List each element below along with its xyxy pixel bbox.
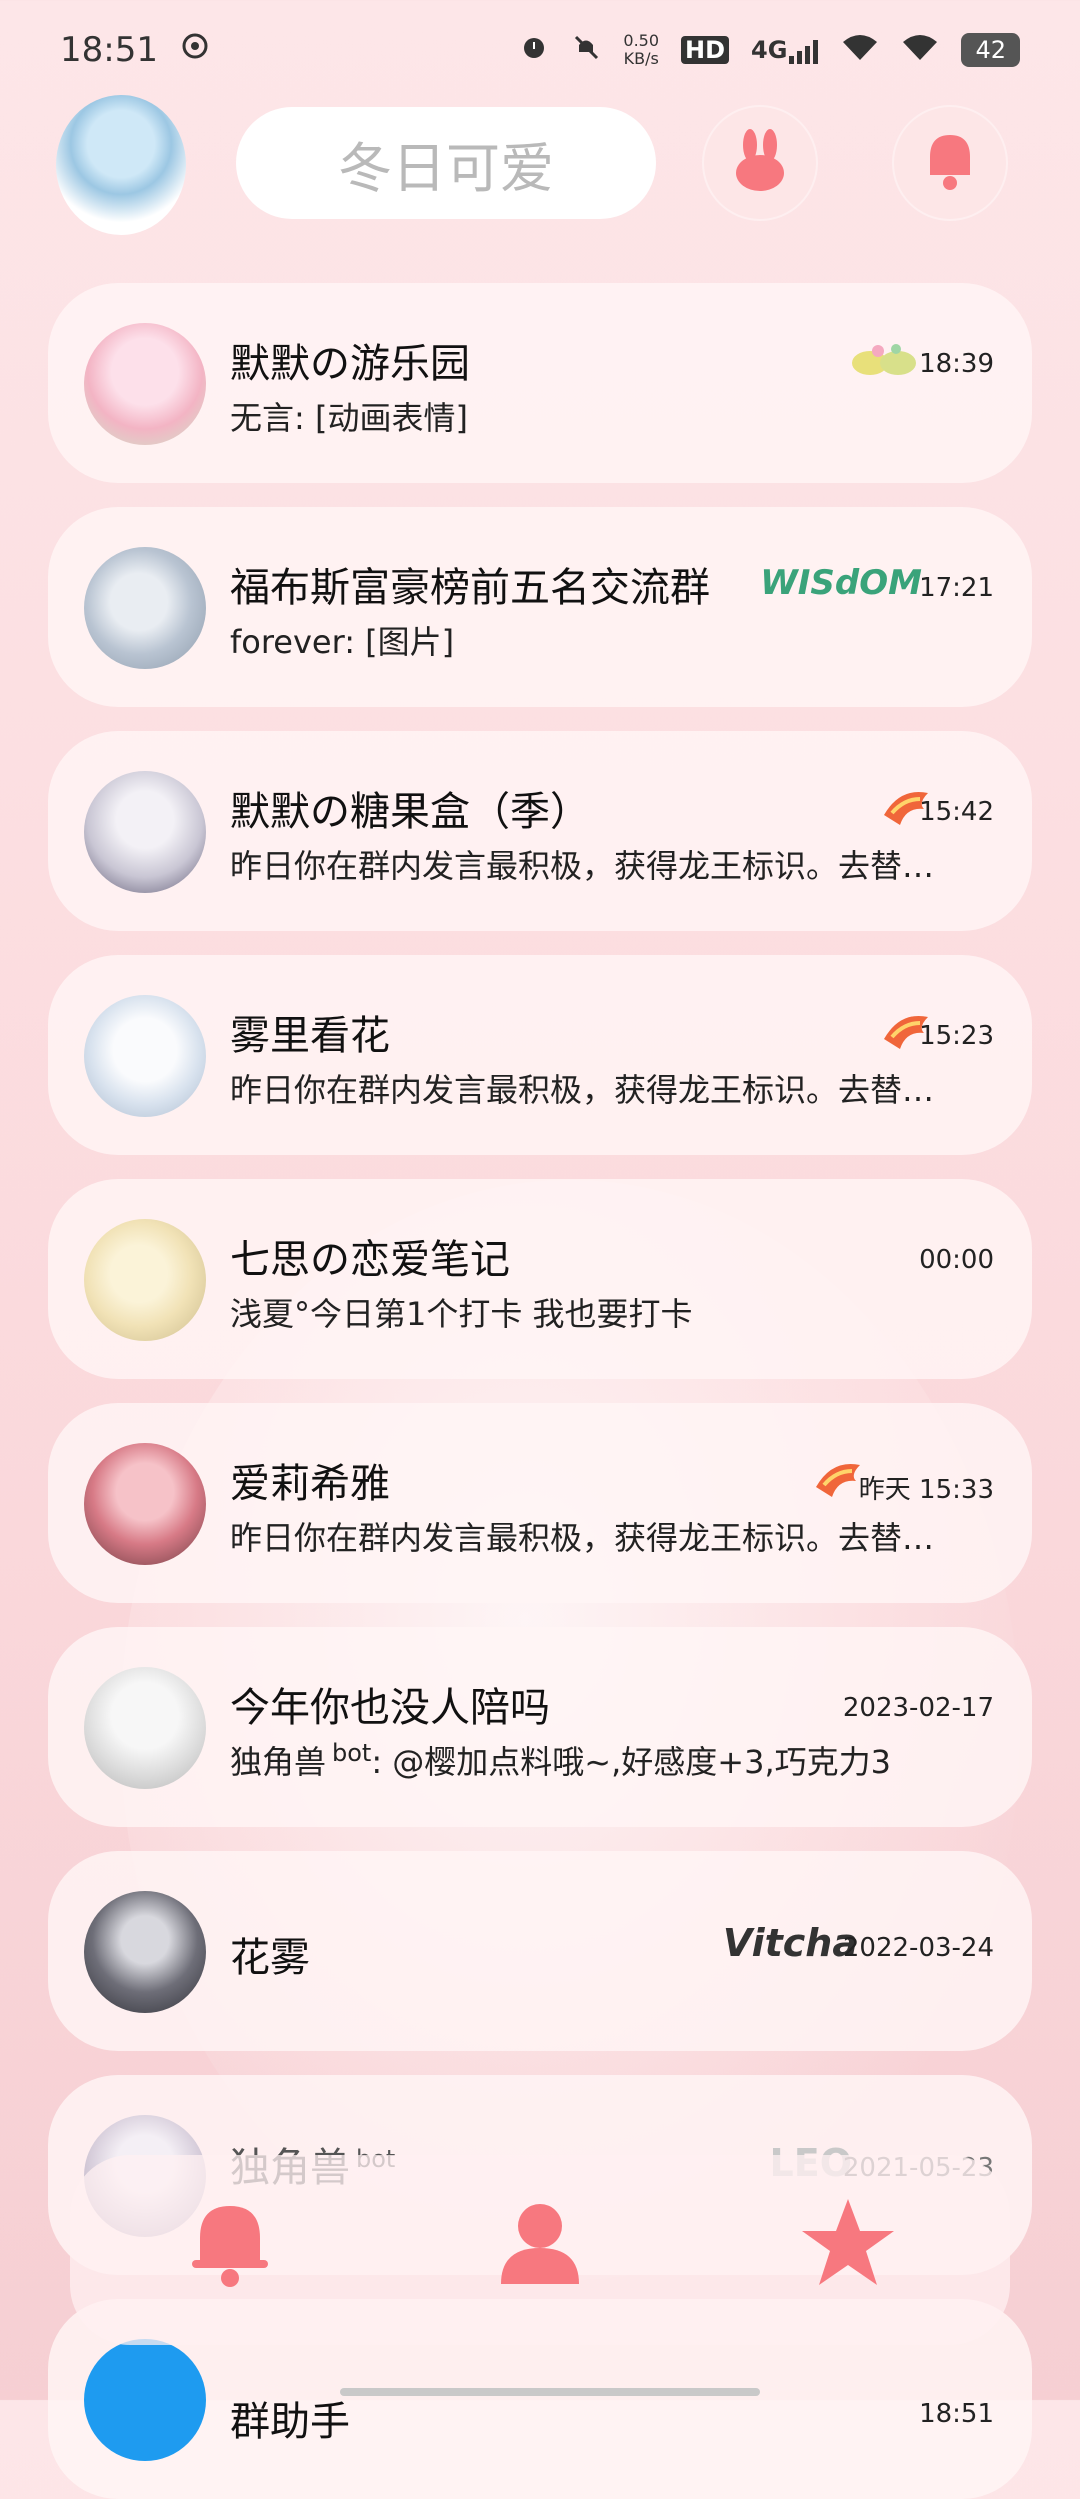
- chat-preview: 昨日你在群内发言最积极，获得龙王标识。去替…: [230, 1071, 935, 1109]
- wisdom-badge-icon: WISdOM: [760, 563, 922, 603]
- chat-avatar: [84, 1891, 206, 2013]
- chat-item[interactable]: 七思の恋爱笔记 浅夏°今日第1个打卡 我也要打卡 00:00: [48, 1179, 1032, 1379]
- app-swirl-icon: [180, 30, 210, 70]
- chat-time: 17:21: [919, 573, 994, 603]
- chat-avatar: [84, 547, 206, 669]
- chat-time: 18:39: [919, 349, 994, 379]
- signal-label: 4G: [751, 36, 788, 64]
- top-bar: 冬日可爱: [0, 95, 1080, 235]
- chat-title: 群助手: [230, 2399, 350, 2445]
- bot-tag: bot: [332, 1739, 372, 1768]
- chat-time: 00:00: [919, 1245, 994, 1275]
- profile-avatar[interactable]: [56, 95, 186, 235]
- home-indicator[interactable]: [340, 2388, 760, 2396]
- chat-time: 昨天 15:33: [858, 1475, 994, 1505]
- nav-messages[interactable]: [180, 2195, 280, 2295]
- chat-avatar: [84, 1443, 206, 1565]
- chat-title: 福布斯富豪榜前五名交流群: [230, 565, 710, 611]
- chat-title: 今年你也没人陪吗: [230, 1685, 550, 1731]
- chat-item[interactable]: 花雾 Vitcha 2022-03-24: [48, 1851, 1032, 2051]
- chat-title: 默默の糖果盒（季）: [230, 789, 590, 835]
- chat-item[interactable]: 福布斯富豪榜前五名交流群 forever: [图片] WISdOM 17:21: [48, 507, 1032, 707]
- chat-title: 爱莉希雅: [230, 1461, 390, 1507]
- bell-icon: [922, 131, 978, 195]
- chat-preview: 独角兽 bot: @樱加点料哦~,好感度+3,巧克力3: [230, 1737, 990, 1783]
- flower-badge-icon: [848, 339, 922, 379]
- vitcha-badge-text: Vitcha: [722, 1921, 858, 1965]
- vitcha-badge-icon: Vitcha: [722, 1921, 858, 1965]
- chat-time: 18:51: [919, 2399, 994, 2429]
- contacts-icon: [495, 2198, 585, 2292]
- dragon-king-badge-icon: [812, 1459, 864, 1499]
- wisdom-badge-text: WISdOM: [760, 563, 922, 603]
- chat-title: 默默の游乐园: [230, 341, 470, 387]
- nav-favorites[interactable]: [798, 2195, 898, 2295]
- alarm-icon: [519, 32, 549, 68]
- chat-title: 雾里看花: [230, 1013, 390, 1059]
- chat-title: 七思の恋爱笔记: [230, 1237, 510, 1283]
- chat-preview: forever: [图片]: [230, 623, 455, 661]
- status-time: 18:51: [60, 30, 158, 70]
- network-speed-value: 0.50: [623, 31, 660, 50]
- chat-item[interactable]: 默默の糖果盒（季） 昨日你在群内发言最积极，获得龙王标识。去替… 15:42: [48, 731, 1032, 931]
- chat-item[interactable]: 雾里看花 昨日你在群内发言最积极，获得龙王标识。去替… 15:23: [48, 955, 1032, 1155]
- chat-avatar: [84, 995, 206, 1117]
- chat-time: 2022-03-24: [842, 1933, 994, 1963]
- wifi-icon-2: [901, 32, 939, 68]
- chat-preview: 浅夏°今日第1个打卡 我也要打卡: [230, 1295, 693, 1333]
- bottom-navigation: [70, 2155, 1010, 2345]
- bunny-icon: [730, 129, 790, 197]
- chat-time: 15:42: [919, 797, 994, 827]
- signal-4g-icon: 4G: [751, 36, 819, 64]
- chat-preview: 无言: [动画表情]: [230, 399, 468, 437]
- bunny-button[interactable]: [704, 107, 816, 219]
- star-icon: [800, 2197, 896, 2293]
- wifi-icon-1: [841, 32, 879, 68]
- mute-icon: [571, 32, 601, 68]
- chat-item[interactable]: 爱莉希雅 昨日你在群内发言最积极，获得龙王标识。去替… 昨天 15:33: [48, 1403, 1032, 1603]
- preview-sender: 独角兽: [230, 1743, 327, 1781]
- hd-icon: HD: [681, 36, 730, 64]
- preview-message: : @樱加点料哦~,好感度+3,巧克力3: [371, 1743, 891, 1781]
- chat-avatar: [84, 1667, 206, 1789]
- chat-avatar: [84, 323, 206, 445]
- battery-indicator: 42: [961, 33, 1020, 67]
- bell-icon: [188, 2198, 272, 2292]
- search-placeholder: 冬日可爱: [338, 136, 554, 200]
- network-speed: 0.50 KB/s: [623, 32, 659, 68]
- chat-preview: 昨日你在群内发言最积极，获得龙王标识。去替…: [230, 847, 935, 885]
- notification-button[interactable]: [894, 107, 1006, 219]
- chat-time: 2023-02-17: [842, 1693, 994, 1723]
- nav-contacts[interactable]: [490, 2195, 590, 2295]
- search-bar[interactable]: 冬日可爱: [236, 107, 656, 219]
- chat-avatar: [84, 771, 206, 893]
- chat-item[interactable]: 今年你也没人陪吗 独角兽 bot: @樱加点料哦~,好感度+3,巧克力3 2023…: [48, 1627, 1032, 1827]
- chat-title: 花雾: [230, 1935, 310, 1981]
- chat-preview: 昨日你在群内发言最积极，获得龙王标识。去替…: [230, 1519, 935, 1557]
- network-speed-unit: KB/s: [623, 49, 659, 68]
- group-assistant-avatar: [84, 2339, 206, 2461]
- status-bar: 18:51 0.50 KB/s HD 4G 42: [0, 0, 1080, 100]
- chat-item[interactable]: 默默の游乐园 无言: [动画表情] 18:39: [48, 283, 1032, 483]
- chat-avatar: [84, 1219, 206, 1341]
- chat-time: 15:23: [919, 1021, 994, 1051]
